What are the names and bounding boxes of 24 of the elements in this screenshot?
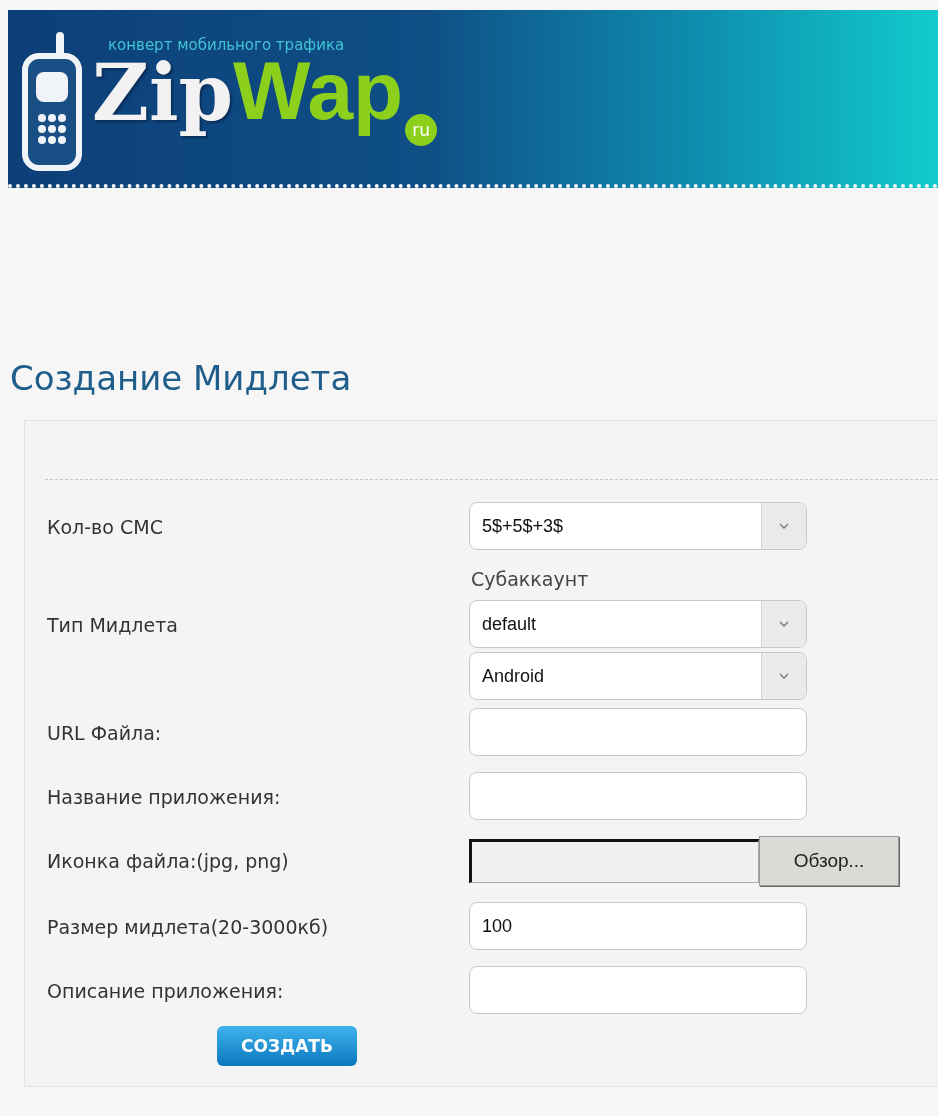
field-label: URL Файла:: [47, 721, 162, 746]
field-label: Кол-во СМС: [47, 515, 163, 540]
text-input[interactable]: [469, 708, 807, 756]
text-input[interactable]: [469, 966, 807, 1014]
dropdown-select[interactable]: Android: [469, 652, 807, 700]
dropdown-select[interactable]: 5$+5$+3$: [469, 502, 807, 550]
field-label: Размер мидлета(20-3000кб): [47, 915, 329, 940]
file-path-field[interactable]: [469, 839, 759, 883]
field-label: Тип Мидлета: [47, 613, 178, 638]
field-label: Название приложения:: [47, 785, 281, 810]
text-input[interactable]: 100: [469, 902, 807, 950]
page-title: Создание Мидлета: [10, 358, 352, 398]
chevron-down-icon: [779, 523, 789, 529]
field-caption: Субаккаунт: [470, 567, 589, 592]
browse-button[interactable]: Обзор...: [759, 836, 899, 886]
field-label: Описание приложения:: [47, 979, 284, 1004]
dropdown-select[interactable]: default: [469, 600, 807, 648]
site-tagline: конверт мобильного трафика: [108, 36, 346, 54]
domain-badge: ru: [405, 114, 438, 146]
chevron-down-icon: [779, 621, 789, 627]
chevron-down-icon: [779, 673, 789, 679]
field-label: Иконка файла:(jpg, png): [47, 849, 289, 874]
mobile-phone-icon: [22, 32, 82, 172]
text-input[interactable]: [469, 772, 807, 820]
